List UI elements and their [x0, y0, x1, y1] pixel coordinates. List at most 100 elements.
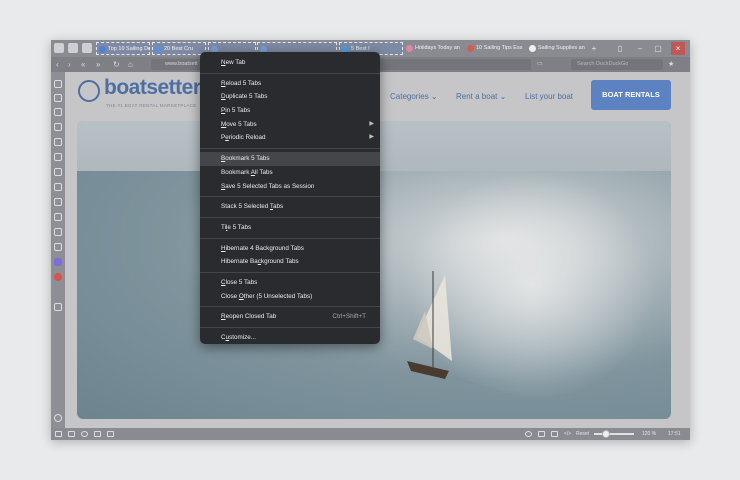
menu-item-label: Close 5 Tabs: [221, 278, 258, 286]
image-icon[interactable]: [551, 431, 558, 437]
fast-forward-icon[interactable]: »: [96, 59, 100, 70]
calendar-icon[interactable]: [54, 198, 62, 206]
browser-tab[interactable]: Holidays Today an: [404, 42, 464, 55]
status-bar: </> Reset 120 % 17:51: [51, 428, 690, 440]
zoom-reset-button[interactable]: Reset: [576, 429, 589, 439]
page-actions-icon[interactable]: [538, 431, 545, 437]
tab-title: Top 10 Sailing Dest: [108, 46, 149, 52]
browser-tab[interactable]: Sailing Supplies an: [527, 42, 585, 55]
menu-item[interactable]: New Tab: [200, 56, 380, 70]
menu-item[interactable]: Bookmark 5 Tabs: [200, 152, 380, 166]
menu-item-label: New Tab: [221, 59, 246, 66]
browser-tab[interactable]: 20 Best Cru: [152, 42, 206, 55]
add-tab-icon[interactable]: +: [587, 42, 601, 55]
reload-icon[interactable]: ↻: [113, 59, 120, 70]
search-field[interactable]: Search DuckDuckGo: [571, 59, 663, 70]
zoom-slider-knob[interactable]: [602, 430, 610, 438]
clock-icon[interactable]: [525, 431, 532, 437]
menu-item[interactable]: Pin 5 Tabs: [200, 104, 380, 118]
zoom-level: 120 %: [642, 431, 657, 437]
contacts-icon[interactable]: [54, 243, 62, 251]
translate-icon[interactable]: [54, 168, 62, 176]
menu-separator: [200, 271, 380, 273]
code-icon[interactable]: </>: [564, 429, 571, 439]
feeds-icon[interactable]: [54, 228, 62, 236]
nav-categories[interactable]: Categories ⌄: [390, 92, 438, 101]
boat-rentals-button[interactable]: BOAT RENTALS: [591, 80, 671, 110]
menu-item-label: Save 5 Selected Tabs as Session: [221, 182, 315, 190]
add-panel-icon[interactable]: [54, 303, 62, 311]
menu-item-label: Bookmark 5 Tabs: [221, 155, 270, 163]
history-icon[interactable]: [54, 123, 62, 131]
menu-separator: [200, 148, 380, 150]
menu-item-label: Hibernate Background Tabs: [221, 258, 299, 266]
boatsetter-logo-icon[interactable]: [78, 80, 100, 102]
menu-item[interactable]: Save 5 Selected Tabs as Session: [200, 180, 380, 194]
tab-stack-icon[interactable]: [82, 43, 92, 53]
trash-icon[interactable]: ▯: [613, 42, 627, 55]
chevron-down-icon: ⌄: [499, 92, 507, 101]
notes-icon[interactable]: [54, 138, 62, 146]
menu-item[interactable]: Duplicate 5 Tabs: [200, 90, 380, 104]
maximize-icon[interactable]: ▢: [651, 42, 665, 55]
menu-separator: [200, 216, 380, 218]
browser-tab[interactable]: Top 10 Sailing Dest: [96, 42, 150, 55]
site-logo[interactable]: boatsetter: [104, 76, 201, 100]
mastodon-icon[interactable]: [54, 258, 62, 266]
forward-icon[interactable]: ›: [68, 59, 71, 70]
menu-item-label: Customize...: [221, 334, 257, 341]
tasks-icon[interactable]: [54, 213, 62, 221]
rewind-icon[interactable]: «: [81, 59, 85, 70]
capture-icon[interactable]: [94, 431, 101, 437]
menu-item-label: Tile 5 Tabs: [221, 223, 252, 231]
sync-icon[interactable]: [81, 431, 88, 437]
image-toggle-icon[interactable]: [107, 431, 114, 437]
menu-item[interactable]: Close Other (5 Unselected Tabs): [200, 290, 380, 304]
nav-list-your-boat[interactable]: List your boat: [525, 92, 573, 101]
menu-item[interactable]: Move 5 Tabs ▶: [200, 118, 380, 132]
menu-item[interactable]: Hibernate Background Tabs: [200, 255, 380, 269]
menu-item[interactable]: Reload 5 Tabs: [200, 77, 380, 91]
extensions-icon[interactable]: ★: [668, 59, 674, 70]
menu-item[interactable]: Close 5 Tabs: [200, 276, 380, 290]
tab-title: Holidays Today an: [415, 45, 460, 51]
menu-separator: [200, 237, 380, 239]
menu-item-label: Reopen Closed Tab: [221, 313, 277, 321]
settings-icon[interactable]: [54, 414, 62, 422]
close-icon[interactable]: ×: [671, 42, 685, 55]
panel-toggle-icon[interactable]: [55, 431, 62, 437]
tab-context-menu: New Tab Reload 5 Tabs Duplicate 5 Tabs Pin …: [200, 52, 380, 344]
reading-list-icon[interactable]: [54, 94, 62, 102]
menu-item[interactable]: Hibernate 4 Background Tabs: [200, 242, 380, 256]
site-tagline: THE #1 BOAT RENTAL MARKETPLACE: [106, 103, 197, 108]
clock-time: 17:51: [668, 431, 681, 437]
menu-item[interactable]: Bookmark All Tabs: [200, 166, 380, 180]
back-icon[interactable]: ‹: [56, 59, 59, 70]
menu-item[interactable]: Customize...: [200, 331, 380, 345]
tab-tiling-icon[interactable]: [68, 431, 75, 437]
home-icon[interactable]: ⌂: [128, 59, 133, 70]
menu-item-label: Pin 5 Tabs: [221, 107, 251, 115]
vivaldi-menu-icon[interactable]: [54, 43, 64, 53]
tab-title: Sailing Supplies an: [538, 45, 585, 51]
nav-rent-a-boat[interactable]: Rent a boat ⌄: [456, 92, 506, 101]
bookmarks-panel-icon[interactable]: [54, 80, 62, 88]
minimize-icon[interactable]: –: [633, 42, 647, 55]
browser-tab[interactable]: 10 Sailing Tips Ess: [465, 42, 525, 55]
tab-favicon-icon: [529, 45, 536, 52]
window-panel-icon[interactable]: [68, 43, 78, 53]
menu-item-label: Periodic Reload: [221, 134, 266, 142]
menu-item[interactable]: Tile 5 Tabs: [200, 221, 380, 235]
downloads-icon[interactable]: [54, 108, 62, 116]
tab-title: 10 Sailing Tips Ess: [476, 45, 523, 51]
mail-icon[interactable]: [54, 183, 62, 191]
menu-item[interactable]: Stack 5 Selected Tabs: [200, 200, 380, 214]
vivaldi-social-icon[interactable]: [54, 273, 62, 281]
menu-item[interactable]: Periodic Reload ▶: [200, 131, 380, 145]
menu-item[interactable]: Reopen Closed Tab Ctrl+Shift+T: [200, 310, 380, 324]
zoom-slider[interactable]: [594, 433, 634, 435]
window-icon[interactable]: [54, 153, 62, 161]
bookmark-icon[interactable]: ▭: [537, 59, 543, 70]
side-panel: [51, 72, 65, 428]
tab-favicon-icon: [155, 46, 162, 53]
